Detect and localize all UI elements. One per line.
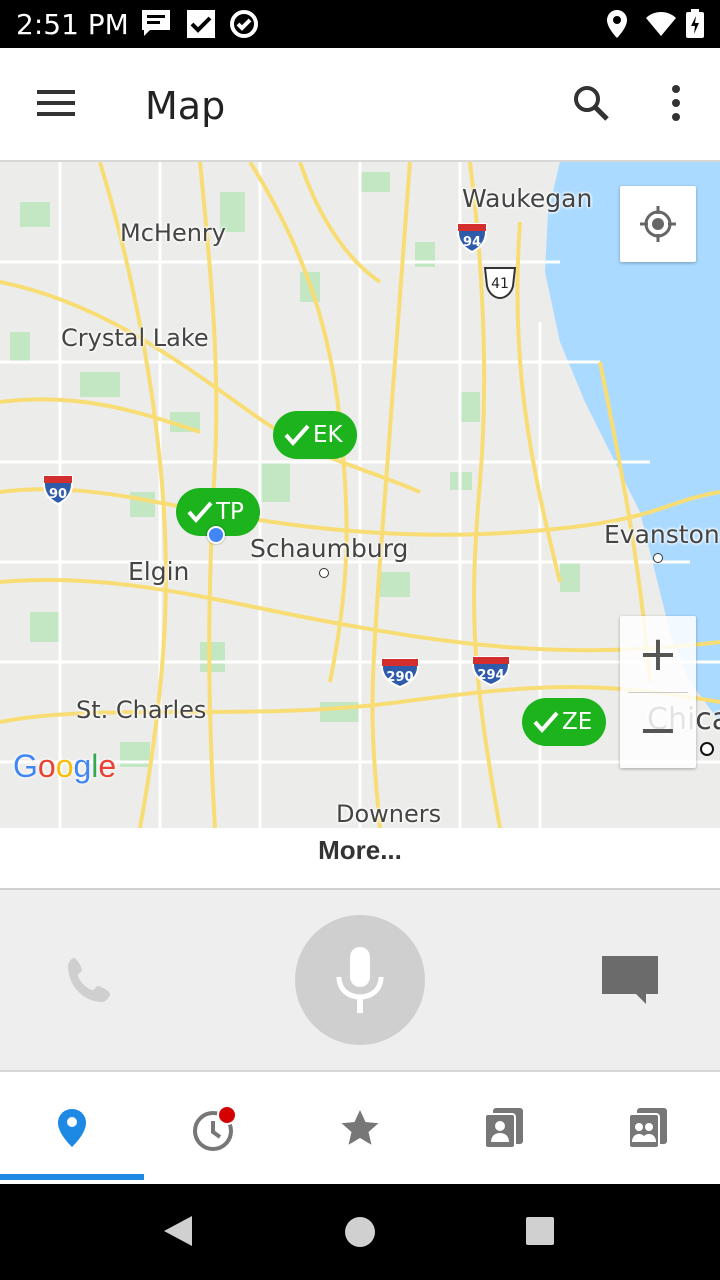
message-icon — [142, 10, 170, 36]
group-contacts-icon — [628, 1108, 667, 1149]
check-icon — [284, 424, 310, 447]
city-label-waukegan: Waukegan — [462, 184, 593, 213]
nav-tab-contacts[interactable] — [432, 1072, 576, 1184]
zoom-out-button[interactable]: − — [620, 692, 696, 768]
history-clock-icon — [193, 1105, 237, 1151]
map-roads — [0, 162, 720, 828]
marker-label: TP — [216, 499, 244, 525]
system-navigation-bar — [0, 1184, 720, 1280]
back-icon[interactable] — [162, 1214, 194, 1248]
highway-90-label: 90 — [49, 487, 67, 502]
city-label-crystal-lake: Crystal Lake — [61, 324, 209, 352]
nav-tab-map[interactable] — [0, 1072, 144, 1184]
checkbox-icon — [187, 10, 215, 38]
nav-tab-groups[interactable] — [576, 1072, 720, 1184]
status-bar: 2:51 PM — [0, 0, 720, 48]
page-title: Map — [145, 84, 226, 128]
nav-tab-favorites[interactable] — [288, 1072, 432, 1184]
notification-badge — [217, 1105, 237, 1125]
status-time: 2:51 PM — [16, 8, 129, 41]
highway-290-label: 290 — [386, 670, 413, 685]
wifi-icon — [646, 12, 676, 36]
highway-94-label: 94 — [463, 235, 481, 250]
city-label-evanston: Evanston — [604, 520, 720, 549]
my-location-button[interactable] — [620, 186, 696, 262]
action-bar — [0, 890, 720, 1072]
bottom-navigation — [0, 1072, 720, 1184]
google-logo: Google — [13, 748, 117, 784]
highway-294-label: 294 — [477, 668, 504, 683]
city-dot — [653, 553, 663, 563]
crosshair-icon — [640, 206, 676, 242]
marker-label: EK — [313, 422, 343, 448]
battery-icon — [686, 9, 704, 38]
microphone-button[interactable] — [295, 915, 425, 1045]
us-route-shield-icon: 41 — [483, 267, 517, 300]
interstate-shield-icon: 294 — [472, 656, 510, 687]
contact-card-icon — [484, 1108, 523, 1149]
city-dot — [319, 568, 329, 578]
more-options-icon[interactable] — [670, 84, 682, 124]
map-pin-icon — [58, 1109, 86, 1147]
zoom-in-button[interactable]: + — [620, 616, 696, 692]
city-dot — [700, 742, 714, 756]
interstate-shield-icon: 290 — [381, 658, 419, 689]
city-label-st-charles: St. Charles — [76, 696, 207, 724]
chat-icon[interactable] — [600, 954, 660, 1006]
city-label-schaumburg: Schaumburg — [250, 534, 409, 563]
menu-icon[interactable] — [37, 88, 75, 118]
highway-41-label: 41 — [491, 276, 509, 292]
check-icon — [187, 501, 213, 524]
map-marker-ek[interactable]: EK — [273, 411, 357, 459]
zoom-controls: + − — [620, 616, 696, 768]
city-label-mchenry: McHenry — [120, 219, 226, 247]
marker-label: ZE — [562, 709, 593, 735]
map-marker-ze[interactable]: ZE — [522, 698, 606, 746]
interstate-shield-icon: 90 — [43, 475, 73, 506]
sync-icon — [230, 10, 258, 38]
interstate-shield-icon: 94 — [457, 223, 487, 254]
city-label-elgin: Elgin — [128, 557, 190, 586]
star-icon — [341, 1110, 379, 1145]
map-view[interactable]: 94 41 90 290 294 Waukegan McHenry Crysta… — [0, 162, 720, 828]
recents-icon[interactable] — [525, 1216, 555, 1246]
microphone-icon — [336, 947, 384, 1013]
current-location-dot — [207, 526, 225, 544]
app-bar: Map — [0, 48, 720, 162]
active-tab-indicator — [0, 1174, 144, 1180]
city-label-downers: Downers — [336, 800, 442, 828]
location-status-icon — [607, 10, 627, 38]
check-icon — [533, 711, 559, 734]
nav-tab-history[interactable] — [144, 1072, 288, 1184]
home-icon[interactable] — [344, 1216, 376, 1248]
phone-icon[interactable] — [64, 954, 116, 1006]
more-button[interactable]: More... — [0, 828, 720, 890]
search-icon[interactable] — [572, 84, 610, 122]
